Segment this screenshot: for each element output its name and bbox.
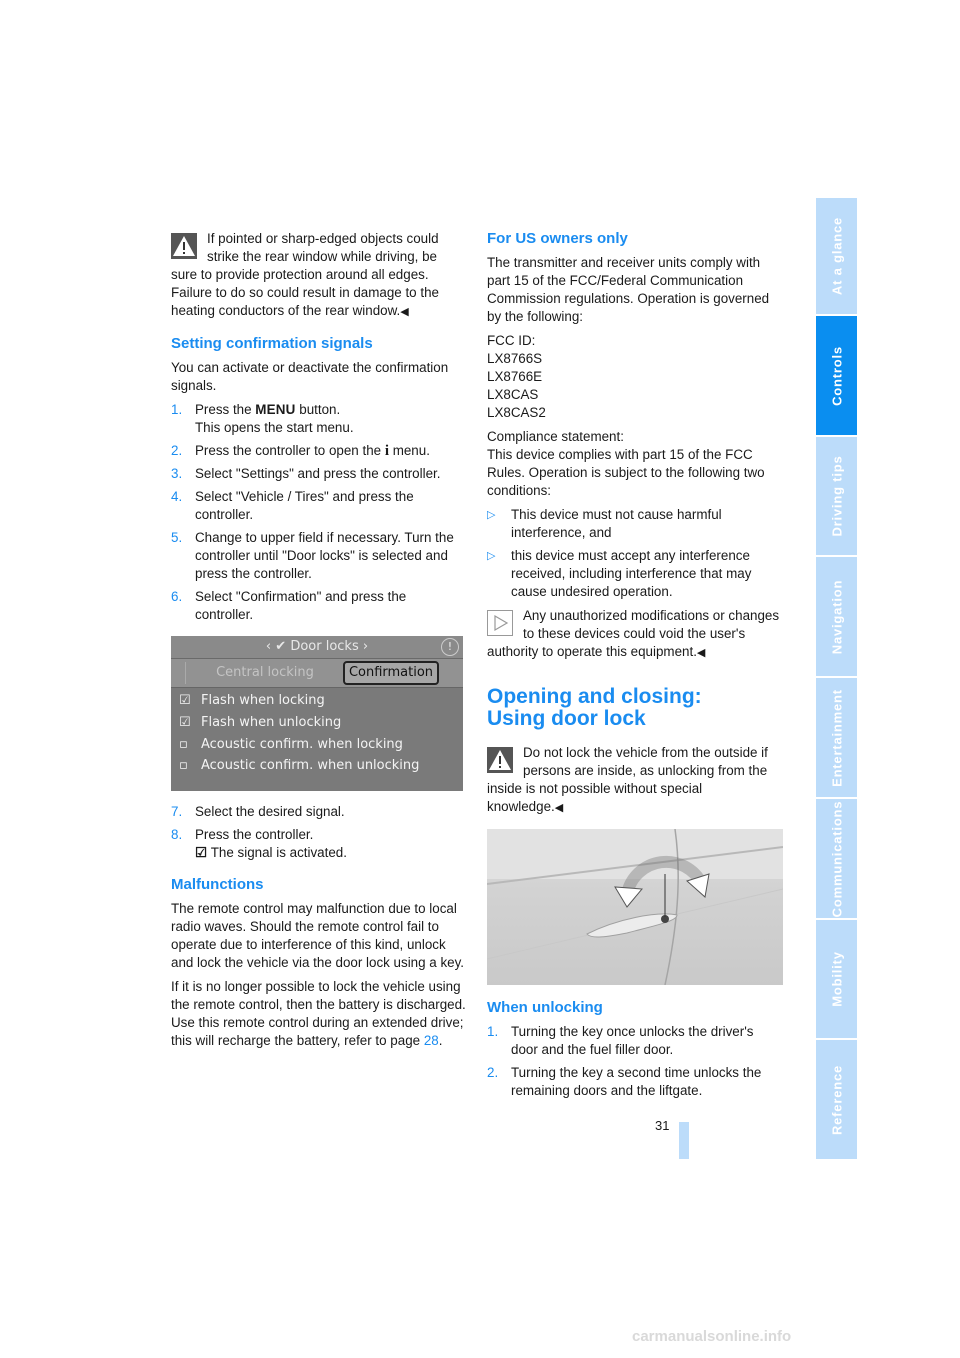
fcc-ids: FCC ID: LX8766S LX8766E LX8CAS LX8CAS2 [487,333,546,420]
sidebar-tab-mobility[interactable]: Mobility [816,920,857,1038]
checked-box-icon: ☑ [179,693,191,708]
end-mark: ◀ [696,647,706,659]
malfunctions-p1: The remote control may malfunction due t… [171,901,465,970]
step-item: 1. Turning the key once unlocks the drive… [487,1024,754,1057]
warning-triangle-icon [171,233,197,259]
list-item: ▷ This device must not cause harmful inte… [487,507,722,540]
step-item: 5. Change to upper field if necessary. Tu… [171,530,454,581]
warning-lock-persons-inside: Do not lock the vehicle from the outside… [487,745,768,814]
warning-triangle-icon [487,747,513,773]
step-item: 4. Select "Vehicle / Tires" and press the… [171,489,414,522]
unlocking-steps: 1. Turning the key once unlocks the drive… [487,1023,782,1100]
sidebar-tab-reference[interactable]: Reference [816,1040,857,1159]
sidebar-tab-controls[interactable]: Controls [816,316,857,435]
step-item: 2. Turning the key a second time unlocks … [487,1065,762,1098]
door-locks-screen-image: ‹ ✔ Door locks › ! Central locking Confi… [171,636,463,791]
malfunctions-p2: If it is no longer possible to lock the … [171,979,466,1048]
bullet-triangle-icon: ▷ [487,509,496,521]
heading-malfunctions: Malfunctions [171,876,264,893]
page-link[interactable]: 28 [424,1033,439,1048]
screen-option: ☑ Flash when unlocking [179,715,342,730]
compliance-statement: Compliance statement: This device compli… [487,429,765,498]
list-item: ▷ this device must accept any interferenc… [487,548,752,599]
arrow-right-icon: › [362,639,369,654]
sidebar-tab-at-a-glance[interactable]: At a glance [816,198,857,314]
door-lock-illustration [487,829,783,985]
right-column: For US owners only The transmitter and r… [487,230,783,1106]
us-intro: The transmitter and receiver units compl… [487,255,770,324]
heading-when-unlocking: When unlocking [487,999,603,1016]
footer-watermark: carmanualsonline.info [632,1328,792,1345]
sidebar-tab-driving-tips[interactable]: Driving tips [816,437,857,555]
note-modifications: Any unauthorized modifications or change… [487,608,780,659]
setting-steps: 1. Press the MENU button. This opens the… [171,401,466,624]
heading-us-owners: For US owners only [487,230,628,247]
screen-tab-central-locking: Central locking [185,662,344,684]
checked-box-icon: ☑ [179,715,191,730]
warning-rear-window: If pointed or sharp-edged objects could … [171,231,439,318]
menu-button-glyph: MENU [255,402,296,417]
heading-setting-confirmation-signals: Setting confirmation signals [171,335,373,352]
step-item: 7. Select the desired signal. [171,804,345,819]
heading-opening-closing: Opening and closing: Using door lock [487,685,702,730]
step-item: 6. Select "Confirmation" and press the co… [171,589,407,622]
step-item: 1. Press the MENU button. This opens the… [171,402,354,435]
sidebar-tab-communications[interactable]: Communications [816,799,857,918]
unchecked-box-icon: ▫ [179,758,188,773]
screen-tabs: Central locking Confirmation [171,659,463,688]
checkmark-icon: ☑ [195,845,211,860]
screen-option: ▫ Acoustic confirm. when locking [179,737,403,752]
end-mark: ◀ [554,802,564,814]
check-car-icon: ✔ [275,639,287,654]
step-item: 8. Press the controller. ☑ The signal is … [171,827,347,860]
sidebar-tab-entertainment[interactable]: Entertainment [816,678,857,797]
step-item: 2. Press the controller to open the i me… [171,443,430,459]
screen-option: ▫ Acoustic confirm. when unlocking [179,758,420,773]
sidebar-tab-navigation[interactable]: Navigation [816,557,857,676]
screen-option: ☑ Flash when locking [179,693,325,708]
screen-tab-confirmation: Confirmation [343,661,439,685]
setting-steps-continued: 7. Select the desired signal. 8. Press the… [171,803,466,862]
end-mark: ◀ [400,306,409,318]
arrow-left-icon: ‹ [265,639,276,654]
screen-title-bar: ‹ ✔ Door locks › [171,636,463,659]
page-number: 31 [655,1118,670,1133]
page-number-bar [679,1122,689,1159]
step-item: 3. Select "Settings" and press the contro… [171,466,441,481]
unchecked-box-icon: ▫ [179,737,188,752]
info-icon: ! [441,638,459,656]
left-column: If pointed or sharp-edged objects could … [171,230,466,1056]
bullet-triangle-icon: ▷ [487,550,496,562]
conditions-list: ▷ This device must not cause harmful inte… [487,506,782,601]
note-triangle-icon [487,610,513,636]
setting-intro: You can activate or deactivate the confi… [171,360,449,393]
